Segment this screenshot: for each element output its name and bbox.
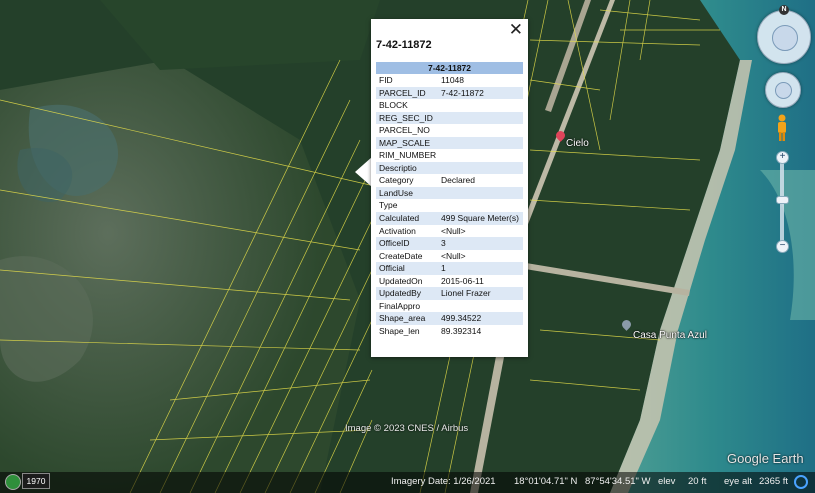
attribute-key: RIM_NUMBER	[379, 150, 437, 160]
attribute-key: Activation	[379, 225, 416, 236]
attribute-value	[439, 199, 523, 212]
attribute-row: RIM_NUMBER	[376, 149, 523, 162]
attribute-key: Official	[379, 263, 405, 273]
attribute-row: Category Declared	[376, 174, 523, 187]
imagery-attribution: Image © 2023 CNES / Airbus	[345, 423, 469, 434]
google-earth-logo: Google Earth	[727, 451, 804, 466]
attribute-table: 7-42-11872 FID 11048 PARCEL_ID 7-42-11872 BL…	[376, 62, 523, 337]
attribute-value: 499 Square Meter(s)	[441, 212, 519, 223]
attribute-row: Official 1	[376, 262, 523, 275]
historical-year-box[interactable]: 1970	[22, 473, 50, 489]
zoom-handle[interactable]	[776, 196, 789, 204]
attribute-value	[439, 112, 523, 125]
attribute-row: FID 11048	[376, 74, 523, 87]
attribute-row: PARCEL_ID 7-42-11872	[376, 86, 523, 99]
attribute-value	[439, 187, 523, 200]
attribute-row: UpdatedOn 2015-06-11	[376, 275, 523, 288]
attribute-row: FinalAppro	[376, 300, 523, 313]
attribute-value: <Null>	[441, 250, 466, 261]
attribute-key: PARCEL_ID	[379, 87, 426, 98]
attribute-table-header: 7-42-11872	[376, 62, 523, 74]
attribute-key: FinalAppro	[379, 300, 421, 311]
attribute-row: Activation <Null>	[376, 225, 523, 238]
attribute-key: Category	[379, 175, 414, 185]
attribute-value: 499.34522	[441, 313, 482, 323]
attribute-key: BLOCK	[379, 100, 408, 110]
attribute-value: 89.392314	[441, 325, 482, 336]
zoom-in-button[interactable]: +	[776, 151, 789, 164]
popup-pointer	[355, 157, 372, 187]
place-label-cielo[interactable]: Cielo	[566, 138, 589, 149]
north-indicator[interactable]: N	[779, 5, 789, 15]
attribute-value	[439, 149, 523, 162]
attribute-key: OfficeID	[379, 238, 410, 248]
attribute-row: Shape_len 89.392314	[376, 325, 523, 338]
attribute-row: UpdatedBy Lionel Frazer	[376, 287, 523, 300]
move-icon	[775, 82, 792, 99]
attribute-row: Descriptio	[376, 161, 523, 175]
attribute-value: 7-42-11872	[441, 87, 484, 98]
look-icon	[772, 25, 798, 51]
attribute-value: <Null>	[441, 225, 466, 236]
attribute-key: UpdatedBy	[379, 288, 422, 298]
attribute-value: 3	[441, 238, 446, 248]
attribute-key: REG_SEC_ID	[379, 112, 433, 123]
attribute-key: Shape_len	[379, 325, 420, 336]
attribute-value: 11048	[441, 75, 465, 85]
attribute-key: LandUse	[379, 187, 414, 198]
attribute-value	[439, 300, 523, 313]
attribute-row: REG_SEC_ID	[376, 111, 523, 125]
attribute-row: CreateDate <Null>	[376, 250, 523, 263]
streaming-status-icon	[794, 475, 808, 489]
longitude-readout: 87°54'34.51" W	[585, 476, 651, 487]
latitude-readout: 18°01'04.71" N	[514, 476, 578, 487]
attribute-row: Shape_area 499.34522	[376, 312, 523, 325]
popup-title: 7-42-11872	[376, 39, 432, 51]
attribute-key: Shape_area	[379, 313, 426, 323]
attribute-key: CreateDate	[379, 250, 423, 261]
attribute-row: MAP_SCALE	[376, 136, 523, 150]
attribute-key: FID	[379, 75, 393, 85]
attribute-value	[439, 137, 523, 150]
attribute-key: Type	[379, 200, 398, 210]
street-view-pegman-icon[interactable]	[776, 114, 788, 142]
attribute-key: Descriptio	[379, 162, 417, 173]
elevation-value: 20 ft	[688, 476, 707, 487]
attribute-value	[439, 124, 523, 137]
parcel-info-popup: ✕ 7-42-11872 7-42-11872 FID 11048 PARCEL_I…	[371, 19, 528, 357]
attribute-key: UpdatedOn	[379, 275, 423, 286]
look-joystick[interactable]	[757, 10, 811, 64]
attribute-row: BLOCK	[376, 99, 523, 112]
attribute-value: 2015-06-11	[441, 275, 484, 286]
place-label-casa-punta-azul[interactable]: Casa Punta Azul	[633, 330, 707, 341]
eye-altitude-value: 2365 ft	[759, 476, 789, 487]
attribute-row: LandUse	[376, 186, 523, 200]
attribute-value	[439, 99, 523, 112]
attribute-key: PARCEL_NO	[379, 125, 430, 135]
attribute-row: OfficeID 3	[376, 237, 523, 250]
close-icon[interactable]: ✕	[509, 20, 523, 40]
attribute-value: Declared	[441, 175, 476, 185]
zoom-out-button[interactable]: −	[776, 240, 789, 253]
elevation-label: elev	[658, 476, 676, 487]
status-bar: Imagery Date: 1/26/2021 18°01'04.71" N 8…	[0, 472, 815, 493]
attribute-row: Calculated 499 Square Meter(s)	[376, 211, 523, 225]
attribute-value	[439, 162, 523, 175]
attribute-key: MAP_SCALE	[379, 137, 431, 148]
move-joystick[interactable]	[765, 72, 801, 108]
historical-imagery-clock-icon[interactable]	[5, 474, 21, 490]
eye-altitude-label: eye alt	[724, 476, 752, 487]
attribute-key: Calculated	[379, 212, 420, 223]
imagery-date: Imagery Date: 1/26/2021	[391, 476, 496, 487]
attribute-row: PARCEL_NO	[376, 124, 523, 137]
attribute-value: 1	[441, 263, 446, 273]
attribute-row: Type	[376, 199, 523, 212]
attribute-value: Lionel Frazer	[441, 288, 491, 298]
